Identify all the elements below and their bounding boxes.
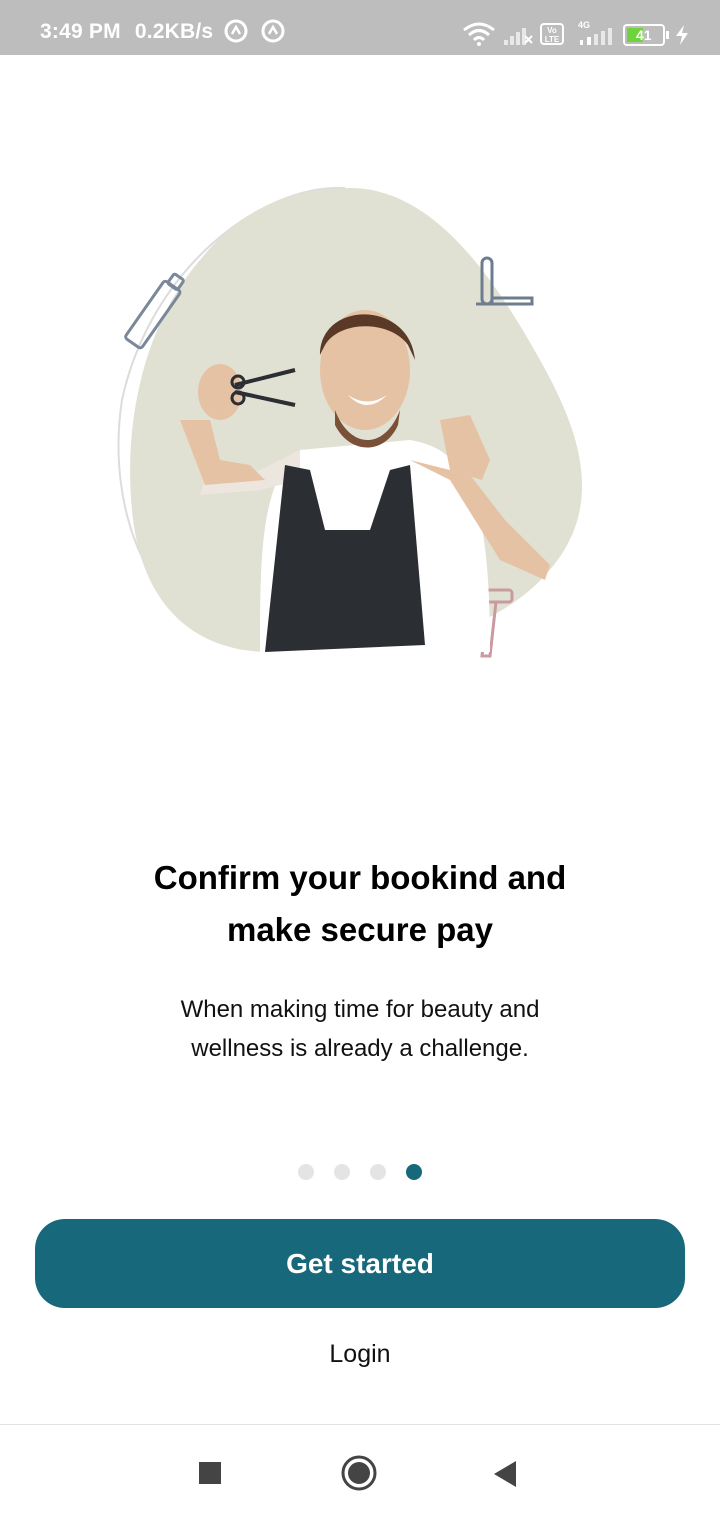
onboarding-description: When making time for beauty and wellness… [80,990,640,1068]
signal-icon [580,28,612,45]
home-circle-icon[interactable] [340,1454,378,1492]
description-line-1: When making time for beauty and [180,996,540,1023]
battery-level: 41 [636,27,652,43]
page-dot-2[interactable] [334,1164,350,1180]
volte-icon: Vo LTE [540,23,564,45]
hero-illustration [117,186,583,658]
recents-square-icon[interactable] [198,1461,222,1485]
headline-line-1: Confirm your bookind and [153,859,567,896]
page-dot-4-active[interactable] [406,1164,422,1180]
page-indicator [0,1164,720,1180]
status-time: 3:49 PM [40,20,121,43]
signal-icon [504,28,533,45]
get-started-button[interactable]: Get started [35,1219,685,1308]
notification-circle-icon [261,19,285,43]
battery-tip [666,31,669,39]
description-line-2: wellness is already a challenge. [191,1035,529,1062]
notification-circle-icon [224,19,248,43]
page-dot-3[interactable] [370,1164,386,1180]
headline-line-2: make secure pay [226,911,493,948]
system-nav-bar [0,1424,720,1521]
page-dot-1[interactable] [298,1164,314,1180]
battery-icon: 41 [623,24,665,46]
back-triangle-icon[interactable] [492,1460,518,1488]
wifi-icon [463,22,495,46]
charging-icon [676,25,688,45]
status-left: 3:49 PM 0.2KB/s [40,20,221,44]
login-link[interactable]: Login [260,1340,460,1369]
status-bar: 3:49 PM 0.2KB/s Vo LTE 4G 41 [0,0,720,55]
onboarding-headline: Confirm your bookind and make secure pay [60,852,660,956]
network-speed: 0.2KB/s [134,20,214,43]
